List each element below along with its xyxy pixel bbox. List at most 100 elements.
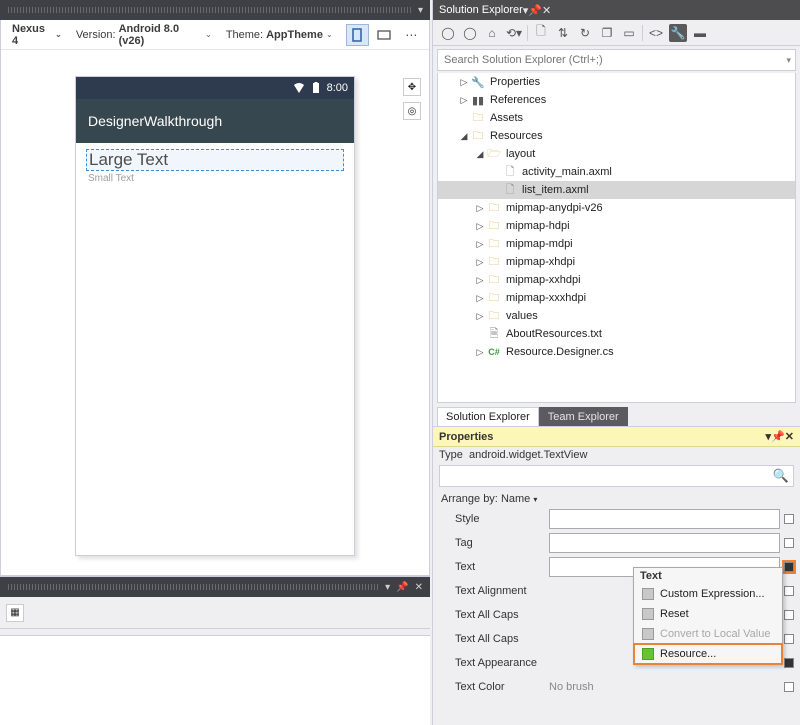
search-dropdown-icon[interactable]: ▾ bbox=[786, 55, 791, 66]
prop-marker[interactable] bbox=[784, 682, 794, 692]
properties-search[interactable]: 🔍 bbox=[439, 465, 794, 487]
app-title: DesignerWalkthrough bbox=[88, 113, 222, 129]
tree-mipmap-xxxhdpi[interactable]: ▷🗀mipmap-xxxhdpi bbox=[438, 289, 795, 307]
version-prefix: Version: bbox=[76, 29, 116, 41]
design-surface[interactable]: Large Text Small Text bbox=[76, 143, 354, 555]
doc-icon[interactable]: 🗋 bbox=[532, 24, 550, 42]
tab-team-explorer[interactable]: Team Explorer bbox=[539, 407, 628, 426]
portrait-button[interactable] bbox=[346, 24, 369, 46]
copy-icon[interactable]: ❐ bbox=[598, 24, 616, 42]
tree-mipmap-mdpi[interactable]: ▷🗀mipmap-mdpi bbox=[438, 235, 795, 253]
chevron-down-icon: ⌄ bbox=[55, 30, 62, 39]
search-icon[interactable]: 🔍 bbox=[773, 468, 789, 484]
properties-search-input[interactable] bbox=[444, 469, 773, 483]
close-icon[interactable]: ✕ bbox=[785, 430, 794, 443]
prop-marker-text[interactable] bbox=[784, 562, 794, 572]
clock-label: 8:00 bbox=[327, 82, 348, 94]
dropdown-icon[interactable]: ▾ bbox=[418, 5, 423, 16]
pin-icon[interactable]: 📌 bbox=[771, 430, 785, 443]
prop-row-style[interactable]: Style bbox=[439, 507, 794, 531]
square-icon bbox=[642, 588, 654, 600]
tree-mipmap-xhdpi[interactable]: ▷🗀mipmap-xhdpi bbox=[438, 253, 795, 271]
solution-explorer-title: Solution Explorer ▾ 📌 ✕ bbox=[433, 0, 800, 20]
tree-about[interactable]: ▷🗎AboutResources.txt bbox=[438, 325, 795, 343]
forward-icon[interactable]: ◯ bbox=[461, 24, 479, 42]
folder-icon: 🗀 bbox=[486, 219, 502, 233]
pan-tool-icon[interactable]: ✥ bbox=[403, 78, 421, 96]
solution-search[interactable]: ▾ bbox=[437, 49, 796, 71]
folder-icon: 🗀 bbox=[486, 255, 502, 269]
prop-marker[interactable] bbox=[784, 514, 794, 524]
solution-tree[interactable]: ▷🔧Properties ▷▮▮References ▷🗀Assets ◢🗀Re… bbox=[437, 73, 796, 403]
designer-header: ▾ bbox=[0, 0, 430, 20]
tree-mipmap-anydpi[interactable]: ▷🗀mipmap-anydpi-v26 bbox=[438, 199, 795, 217]
square-icon bbox=[642, 648, 654, 660]
solution-toolbar: ◯ ◯ ⌂ ⟲▾ 🗋 ⇅ ↻ ❐ ▭ <> 🔧 ▬ bbox=[433, 20, 800, 46]
tree-mipmap-xxhdpi[interactable]: ▷🗀mipmap-xxhdpi bbox=[438, 271, 795, 289]
small-text-view[interactable]: Small Text bbox=[86, 171, 344, 184]
preview-icon[interactable]: ▬ bbox=[691, 24, 709, 42]
prop-row-tag[interactable]: Tag bbox=[439, 531, 794, 555]
csharp-icon: C# bbox=[486, 345, 502, 359]
landscape-button[interactable] bbox=[373, 24, 396, 46]
prop-marker[interactable] bbox=[784, 658, 794, 668]
prop-marker[interactable] bbox=[784, 610, 794, 620]
refresh-icon[interactable]: ↻ bbox=[576, 24, 594, 42]
sync-icon[interactable]: ⟲▾ bbox=[505, 24, 523, 42]
tree-resource-designer[interactable]: ▷C#Resource.Designer.cs bbox=[438, 343, 795, 361]
tree-activity-main[interactable]: ▷🗋activity_main.axml bbox=[438, 163, 795, 181]
device-picker[interactable]: Nexus 4 ⌄ bbox=[7, 20, 67, 50]
tree-list-item[interactable]: ▷🗋list_item.axml bbox=[438, 181, 795, 199]
back-icon[interactable]: ◯ bbox=[439, 24, 457, 42]
file-icon: 🗎 bbox=[486, 327, 502, 341]
pin-icon[interactable]: 📌 bbox=[528, 4, 542, 17]
folder-icon: 🗀 bbox=[470, 111, 486, 125]
tree-layout[interactable]: ◢🗁layout bbox=[438, 145, 795, 163]
home-icon[interactable]: ⌂ bbox=[483, 24, 501, 42]
pin-icon[interactable]: 📌 bbox=[396, 582, 408, 593]
properties-icon[interactable]: 🔧 bbox=[669, 24, 687, 42]
designer-pane: ▾ Nexus 4 ⌄ Version: Android 8.0 (v26) ⌄… bbox=[0, 0, 430, 725]
tree-mipmap-hdpi[interactable]: ▷🗀mipmap-hdpi bbox=[438, 217, 795, 235]
battery-icon bbox=[311, 82, 321, 94]
tree-values[interactable]: ▷🗀values bbox=[438, 307, 795, 325]
device-label: Nexus 4 bbox=[12, 23, 52, 47]
prop-marker[interactable] bbox=[784, 538, 794, 548]
flyout-reset[interactable]: Reset bbox=[634, 604, 782, 624]
showall-icon[interactable]: ▭ bbox=[620, 24, 638, 42]
tree-properties[interactable]: ▷🔧Properties bbox=[438, 73, 795, 91]
flyout-resource[interactable]: Resource... bbox=[634, 644, 782, 664]
tab-solution-explorer[interactable]: Solution Explorer bbox=[437, 407, 539, 426]
properties-body: Type android.widget.TextView 🔍 Arrange b… bbox=[433, 447, 800, 725]
grid-icon[interactable]: ▦ bbox=[6, 604, 24, 622]
close-icon[interactable]: ✕ bbox=[542, 4, 551, 17]
dropdown-icon[interactable]: ▾ bbox=[385, 582, 390, 593]
eye-icon[interactable]: ◎ bbox=[403, 102, 421, 120]
collapse-icon[interactable]: ⇅ bbox=[554, 24, 572, 42]
wifi-icon bbox=[293, 82, 305, 94]
tree-references[interactable]: ▷▮▮References bbox=[438, 91, 795, 109]
folder-icon: 🗀 bbox=[470, 129, 486, 143]
prop-input-tag[interactable] bbox=[549, 533, 780, 553]
arrange-by[interactable]: Arrange by: Name ▾ bbox=[439, 487, 794, 507]
code-icon[interactable]: <> bbox=[647, 24, 665, 42]
close-icon[interactable]: ✕ bbox=[415, 582, 423, 593]
prop-marker[interactable] bbox=[784, 586, 794, 596]
flyout-custom-expression[interactable]: Custom Expression... bbox=[634, 584, 782, 604]
theme-value: AppTheme bbox=[266, 29, 323, 41]
theme-picker[interactable]: Theme: AppTheme ⌄ bbox=[221, 26, 338, 44]
prop-input-style[interactable] bbox=[549, 509, 780, 529]
large-text-view[interactable]: Large Text bbox=[86, 149, 344, 171]
tree-resources[interactable]: ◢🗀Resources bbox=[438, 127, 795, 145]
theme-prefix: Theme: bbox=[226, 29, 263, 41]
chevron-down-icon: ⌄ bbox=[326, 30, 333, 39]
version-picker[interactable]: Version: Android 8.0 (v26) ⌄ bbox=[71, 20, 217, 50]
solution-search-input[interactable] bbox=[442, 53, 786, 67]
prop-row-text-color[interactable]: Text Color No brush bbox=[439, 675, 794, 699]
version-value: Android 8.0 (v26) bbox=[119, 23, 203, 47]
device-canvas: ✥ ◎ 8:00 DesignerWalkthrough Large Text … bbox=[1, 50, 429, 575]
overflow-button[interactable]: ⋯ bbox=[400, 24, 423, 46]
folder-icon: 🗀 bbox=[486, 291, 502, 305]
prop-marker[interactable] bbox=[784, 634, 794, 644]
tree-assets[interactable]: ▷🗀Assets bbox=[438, 109, 795, 127]
